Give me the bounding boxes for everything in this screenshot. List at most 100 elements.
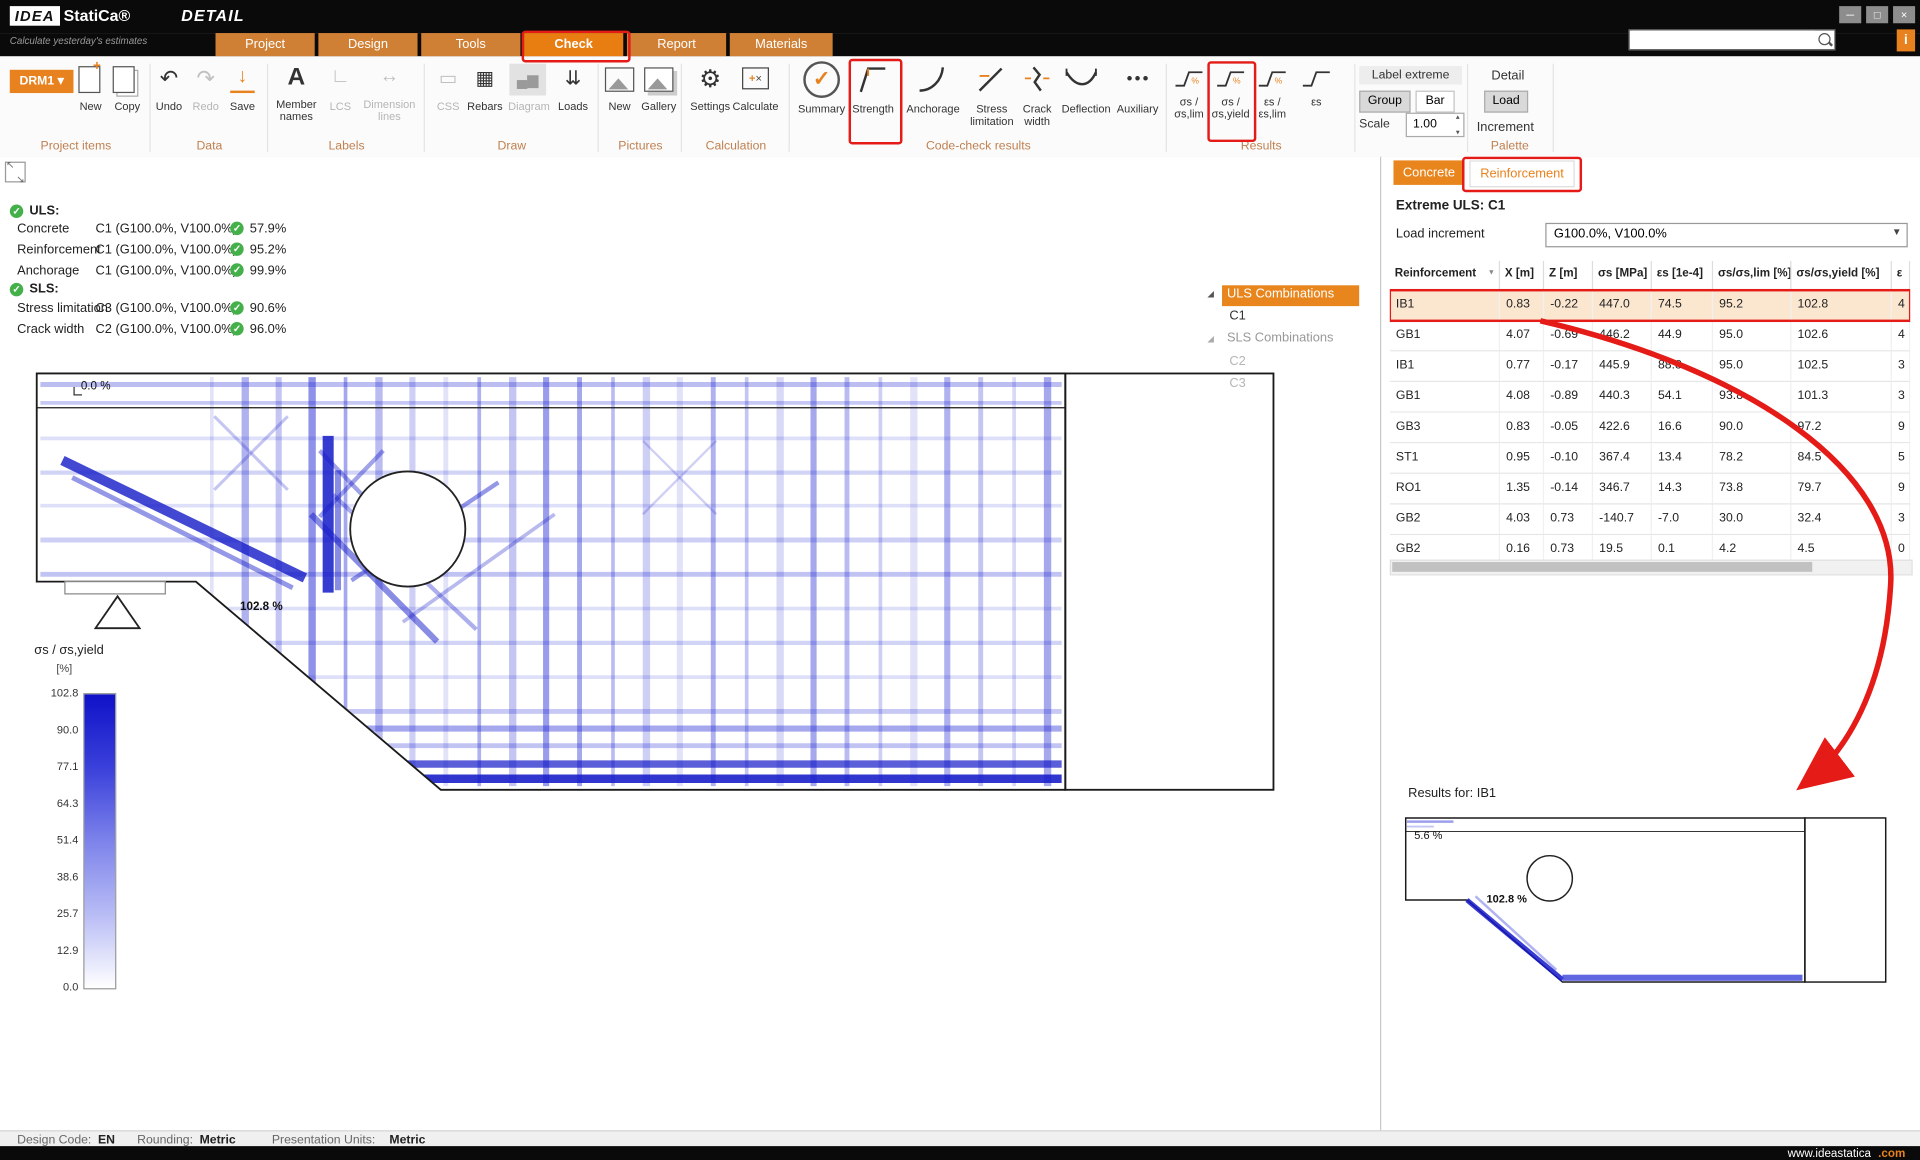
model-canvas[interactable] xyxy=(31,367,1280,798)
website-tld[interactable]: .com xyxy=(1878,1147,1905,1160)
svg-text:%: % xyxy=(1191,75,1199,85)
undo-icon[interactable]: ↶ xyxy=(154,66,183,92)
table-row[interactable]: IB10.83-0.22447.074.595.2102.84 xyxy=(1390,290,1910,321)
palette-load[interactable]: Load xyxy=(1484,91,1528,113)
uls-title: ULS: xyxy=(29,203,59,218)
scale-spinner[interactable]: 1.00 ▴ ▾ xyxy=(1406,113,1465,137)
table-cell: 79.7 xyxy=(1791,474,1891,503)
panel-tab-reinforcement[interactable]: Reinforcement xyxy=(1469,160,1574,187)
bottom-strip: www.ideastatica .com xyxy=(0,1146,1920,1160)
column-header[interactable]: ε xyxy=(1892,261,1910,289)
search-input[interactable] xyxy=(1632,31,1814,49)
close-button[interactable]: × xyxy=(1893,6,1915,23)
search-box[interactable] xyxy=(1629,29,1836,50)
tree-item-uls-combinations[interactable]: ULS Combinations xyxy=(1222,285,1359,306)
eps-lim-icon[interactable]: % xyxy=(1256,66,1288,88)
tree-expander-icon[interactable]: ◢ xyxy=(1207,334,1214,344)
table-row[interactable]: ST10.95-0.10367.413.478.284.55 xyxy=(1390,443,1910,474)
spinner-up-icon[interactable]: ▴ xyxy=(1456,113,1460,122)
fit-view-icon[interactable]: ↖ ↘ xyxy=(5,162,26,183)
crack-width-icon[interactable] xyxy=(1021,64,1053,96)
check-icon: ✓ xyxy=(230,301,243,314)
dimension-lines-icon[interactable]: ↔ xyxy=(370,66,409,88)
info-button[interactable]: i xyxy=(1897,29,1915,51)
tree-item-c1[interactable]: C1 xyxy=(1229,309,1245,324)
tab-materials[interactable]: Materials xyxy=(730,33,833,56)
table-cell: -0.22 xyxy=(1544,290,1593,319)
sigma-lim-icon[interactable]: % xyxy=(1173,66,1205,88)
column-header[interactable]: Reinforcement▼ xyxy=(1390,261,1500,289)
lcs-icon[interactable]: ∟ xyxy=(326,66,355,88)
column-header[interactable]: σs [MPa] xyxy=(1593,261,1652,289)
table-row[interactable]: IB10.77-0.17445.988.895.0102.53 xyxy=(1390,351,1910,382)
tab-check[interactable]: Check xyxy=(524,33,623,56)
column-header[interactable]: σs/σs,yield [%] xyxy=(1791,261,1891,289)
table-cell: 73.8 xyxy=(1713,474,1791,503)
column-header[interactable]: Z [m] xyxy=(1544,261,1593,289)
diagram-icon[interactable]: ▄▆ xyxy=(509,64,546,96)
label-extreme-bar-button[interactable]: Bar xyxy=(1416,91,1455,113)
tab-design[interactable]: Design xyxy=(318,33,417,56)
maximize-button[interactable]: □ xyxy=(1866,6,1888,23)
calculate-icon[interactable]: +× xyxy=(742,67,769,89)
stress-limitation-icon[interactable] xyxy=(975,64,1007,96)
filter-icon[interactable]: ▼ xyxy=(1488,269,1495,276)
load-increment-dropdown[interactable]: G100.0%, V100.0% ▼ xyxy=(1545,223,1907,247)
panel-tab-concrete[interactable]: Concrete xyxy=(1393,160,1464,184)
sigma-yield-icon[interactable]: % xyxy=(1215,66,1247,88)
table-cell: -7.0 xyxy=(1652,504,1713,533)
website-link[interactable]: www.ideastatica xyxy=(1788,1147,1871,1160)
palette-detail[interactable]: Detail xyxy=(1491,69,1524,84)
sls-row-combo: C2 (G100.0%, V100.0%) xyxy=(96,322,238,337)
project-item-selector[interactable]: DRM1 ▾ xyxy=(10,70,74,93)
tree-item-sls-combinations[interactable]: SLS Combinations xyxy=(1222,331,1333,346)
loads-icon[interactable]: ⇊ xyxy=(558,66,587,90)
column-header[interactable]: εs [1e-4] xyxy=(1652,261,1713,289)
tree-item-c3[interactable]: C3 xyxy=(1229,376,1245,391)
table-row[interactable]: GB24.030.73-140.7-7.030.032.43 xyxy=(1390,504,1910,535)
table-row[interactable]: GB30.83-0.05422.616.690.097.29 xyxy=(1390,413,1910,444)
tree-item-c2[interactable]: C2 xyxy=(1229,354,1245,369)
legend-tick-label: 90.0 xyxy=(29,724,78,736)
save-label: Save xyxy=(218,100,267,113)
results-table-body: IB10.83-0.22447.074.595.2102.84GB14.07-0… xyxy=(1390,290,1910,566)
strength-icon[interactable] xyxy=(857,64,889,96)
summary-icon[interactable]: ✓ xyxy=(803,61,840,98)
search-icon[interactable] xyxy=(1818,33,1830,45)
mini-result-canvas[interactable] xyxy=(1402,806,1892,990)
summary-label: Summary xyxy=(791,103,852,116)
load-increment-value: G100.0%, V100.0% xyxy=(1554,227,1667,242)
table-cell: 4.08 xyxy=(1500,382,1544,411)
redo-icon[interactable]: ↷ xyxy=(191,66,220,92)
legend-tick-label: 25.7 xyxy=(29,907,78,919)
minimize-button[interactable]: ─ xyxy=(1839,6,1861,23)
rebars-icon[interactable]: ▦ xyxy=(470,66,499,90)
table-cell: -0.69 xyxy=(1544,321,1593,350)
anchorage-icon[interactable] xyxy=(916,64,948,96)
save-icon[interactable]: ↓ xyxy=(230,66,254,93)
palette-increment[interactable]: Increment xyxy=(1477,120,1534,135)
spinner-down-icon[interactable]: ▾ xyxy=(1456,129,1460,138)
table-row[interactable]: GB14.08-0.89440.354.193.8101.33 xyxy=(1390,382,1910,413)
table-cell: 78.2 xyxy=(1713,443,1791,472)
tab-project[interactable]: Project xyxy=(216,33,315,56)
settings-gear-icon[interactable]: ⚙ xyxy=(693,64,727,95)
tab-report[interactable]: Report xyxy=(627,33,726,56)
column-header[interactable]: X [m] xyxy=(1500,261,1544,289)
eps-icon[interactable] xyxy=(1300,66,1332,88)
horizontal-scrollbar[interactable] xyxy=(1390,560,1913,576)
column-header[interactable]: σs/σs,lim [%] xyxy=(1713,261,1791,289)
table-cell: 101.3 xyxy=(1791,382,1891,411)
scrollbar-thumb[interactable] xyxy=(1392,562,1812,572)
deflection-icon[interactable] xyxy=(1063,64,1100,96)
label-extreme-group-button[interactable]: Group xyxy=(1359,91,1410,113)
table-row[interactable]: GB14.07-0.69446.244.995.0102.64 xyxy=(1390,321,1910,352)
tab-tools[interactable]: Tools xyxy=(421,33,520,56)
new-picture-icon[interactable] xyxy=(605,67,634,91)
auxiliary-dots-icon[interactable]: ••• xyxy=(1117,69,1161,87)
gallery-icon[interactable] xyxy=(644,67,673,91)
member-names-icon[interactable]: A xyxy=(279,64,313,92)
css-icon[interactable]: ▭ xyxy=(433,66,462,90)
tree-expander-icon[interactable]: ◢ xyxy=(1207,289,1214,299)
table-row[interactable]: RO11.35-0.14346.714.373.879.79 xyxy=(1390,474,1910,505)
